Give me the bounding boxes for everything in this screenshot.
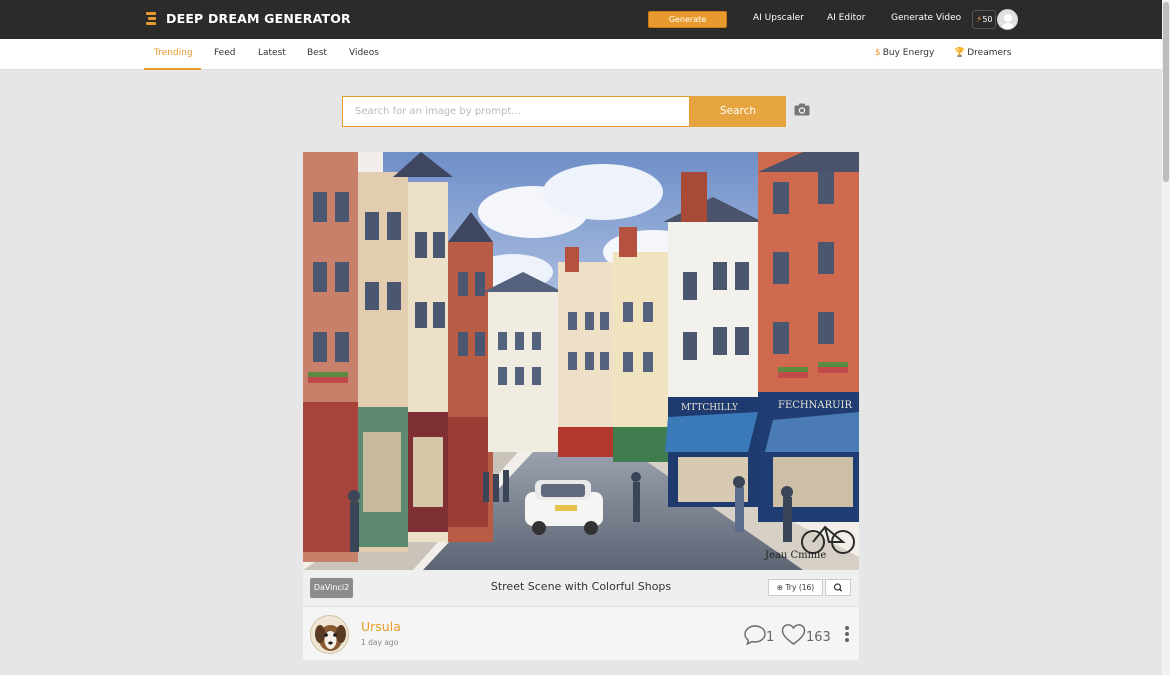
nav-ai-upscaler[interactable]: AI Upscaler [753, 13, 804, 23]
zoom-button[interactable] [825, 579, 851, 596]
user-name[interactable]: Ursula [361, 619, 401, 634]
user-avatar[interactable] [310, 615, 349, 654]
energy-counter[interactable]: ⚡50 [972, 10, 996, 29]
dreamers-link[interactable]: 🏆 Dreamers [954, 48, 1011, 58]
search-icon [833, 583, 843, 592]
tab-videos[interactable]: Videos [349, 48, 379, 58]
street-scene-artwork[interactable]: MTTCHILLY FECHNARUIR Jeau Cmmie [303, 152, 859, 570]
logo-text[interactable]: DEEP DREAM GENERATOR [166, 11, 351, 26]
top-navbar: DEEP DREAM GENERATOR Generate AI Upscale… [0, 0, 1162, 39]
energy-value: 50 [982, 15, 993, 24]
image-info-row: DaVinci2 Street Scene with Colorful Shop… [303, 570, 859, 607]
dreamers-label: Dreamers [967, 48, 1012, 58]
buy-energy-link[interactable]: $ Buy Energy [875, 48, 934, 58]
trophy-icon: 🏆 [954, 48, 966, 58]
search-input[interactable] [342, 96, 690, 127]
svg-text:FECHNARUIR: FECHNARUIR [778, 400, 852, 411]
tab-feed[interactable]: Feed [214, 48, 235, 58]
active-tab-indicator [144, 68, 201, 70]
post-time: 1 day ago [361, 638, 399, 647]
nav-ai-editor[interactable]: AI Editor [827, 13, 865, 23]
dollar-icon: $ [875, 48, 881, 58]
sub-navbar: Trending Feed Latest Best Videos $ Buy En… [0, 39, 1162, 70]
tab-trending[interactable]: Trending [154, 48, 193, 58]
try-button[interactable]: ⊕ Try (16) [768, 579, 823, 596]
scrollbar-thumb[interactable] [1163, 2, 1169, 182]
artist-signature: Jeau Cmmie [764, 550, 826, 561]
logo-icon[interactable] [146, 12, 158, 26]
generate-button[interactable]: Generate [648, 11, 727, 28]
more-options-icon[interactable] [845, 626, 849, 642]
nav-generate-video[interactable]: Generate Video [891, 13, 961, 23]
camera-icon[interactable] [794, 103, 810, 116]
heart-icon[interactable] [781, 623, 806, 646]
tab-best[interactable]: Best [307, 48, 327, 58]
buy-energy-label: Buy Energy [882, 48, 935, 58]
profile-avatar[interactable] [997, 9, 1018, 30]
tab-latest[interactable]: Latest [258, 48, 286, 58]
image-card: MTTCHILLY FECHNARUIR Jeau Cmmie DaVinci2… [303, 152, 859, 660]
like-count: 163 [806, 630, 831, 645]
try-label: Try (16) [785, 583, 815, 592]
comment-icon[interactable] [743, 624, 767, 646]
svg-text:MTTCHILLY: MTTCHILLY [681, 403, 739, 413]
search-button[interactable]: Search [690, 96, 786, 127]
author-row: Ursula 1 day ago 1 163 [303, 608, 859, 660]
comment-count: 1 [766, 630, 775, 645]
